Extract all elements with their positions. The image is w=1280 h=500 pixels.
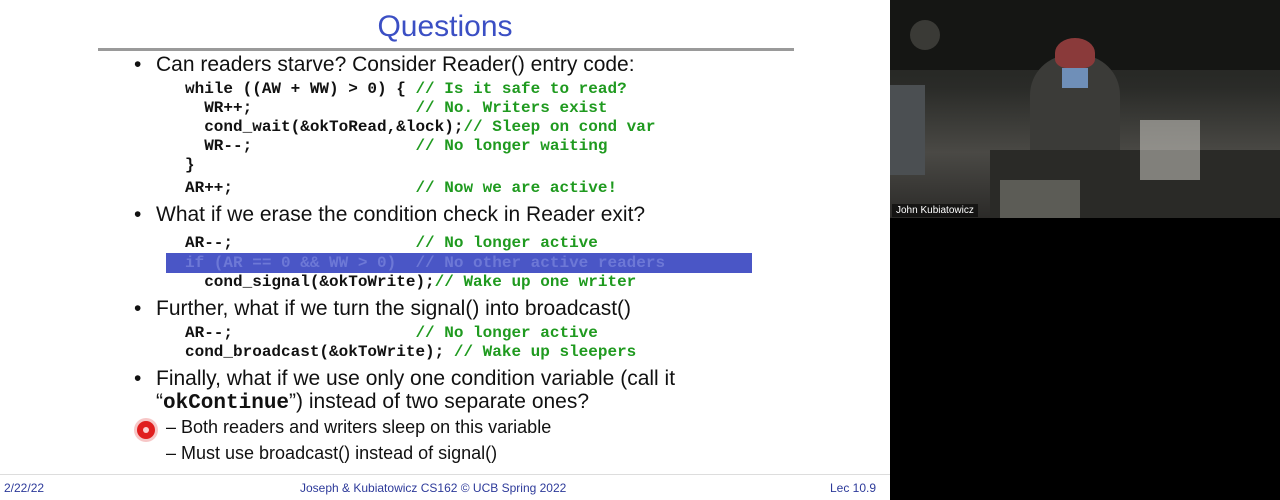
presenter-name-label: John Kubiatowicz bbox=[892, 204, 978, 217]
bullet-dot: • bbox=[134, 367, 142, 390]
slide-title: Questions bbox=[377, 10, 513, 43]
bullet-readers-starve: • Can readers starve? Consider Reader() … bbox=[134, 53, 635, 77]
bullet-text: What if we erase the condition check in … bbox=[156, 203, 646, 226]
video-door bbox=[890, 85, 925, 175]
subbullet-use-broadcast: – Must use broadcast() instead of signal… bbox=[166, 443, 498, 463]
video-light bbox=[910, 20, 940, 50]
subbullet-sleep-on-variable: – Both readers and writers sleep on this… bbox=[166, 417, 552, 437]
slide: Questions • Can readers starve? Consider… bbox=[0, 0, 890, 500]
code-line: while ((AW + WW) > 0) { // Is it safe to… bbox=[185, 80, 627, 98]
video-presenter-cap bbox=[1055, 38, 1095, 68]
code-line: AR++; // Now we are active! bbox=[185, 179, 618, 197]
footer-course: Joseph & Kubiatowicz CS162 © UCB Spring … bbox=[300, 481, 567, 495]
bullet-text: Further, what if we turn the signal() in… bbox=[156, 297, 632, 320]
title-divider bbox=[98, 48, 794, 51]
footer-divider bbox=[0, 474, 890, 475]
code-line: AR--; // No longer active bbox=[185, 234, 598, 252]
bullet-broadcast: • Further, what if we turn the signal() … bbox=[134, 297, 632, 321]
bullet-dot: • bbox=[134, 203, 142, 226]
code-line: cond_signal(&okToWrite);// Wake up one w… bbox=[185, 273, 637, 291]
footer-lecture: Lec 10.9 bbox=[830, 481, 877, 495]
code-line: cond_wait(&okToRead,&lock);// Sleep on c… bbox=[185, 118, 656, 136]
video-podium bbox=[1000, 180, 1080, 218]
laser-pointer-icon bbox=[137, 421, 155, 439]
bullet-text: Can readers starve? Consider Reader() en… bbox=[156, 53, 635, 76]
code-line: cond_broadcast(&okToWrite); // Wake up s… bbox=[185, 343, 637, 361]
code-line: WR++; // No. Writers exist bbox=[185, 99, 608, 117]
footer-date: 2/22/22 bbox=[4, 481, 45, 495]
bullet-erase-condition: • What if we erase the condition check i… bbox=[134, 203, 646, 227]
bullet-dot: • bbox=[134, 297, 142, 320]
bullet-dot: • bbox=[134, 53, 142, 76]
code-line: } bbox=[185, 156, 195, 174]
code-line: AR--; // No longer active bbox=[185, 324, 598, 342]
bullet-continuation: “okContinue”) instead of two separate on… bbox=[156, 390, 590, 415]
video-presenter-mask bbox=[1062, 68, 1088, 88]
bullet-one-condition-variable: • Finally, what if we use only one condi… bbox=[134, 367, 676, 391]
inline-code-okcontinue: okContinue bbox=[163, 392, 290, 415]
presenter-video bbox=[890, 0, 1280, 218]
highlighted-code-line: if (AR == 0 && WW > 0) // No other activ… bbox=[185, 254, 666, 272]
video-paper bbox=[1140, 120, 1200, 180]
bullet-text: Finally, what if we use only one conditi… bbox=[156, 367, 676, 390]
code-line: WR--; // No longer waiting bbox=[185, 137, 608, 155]
